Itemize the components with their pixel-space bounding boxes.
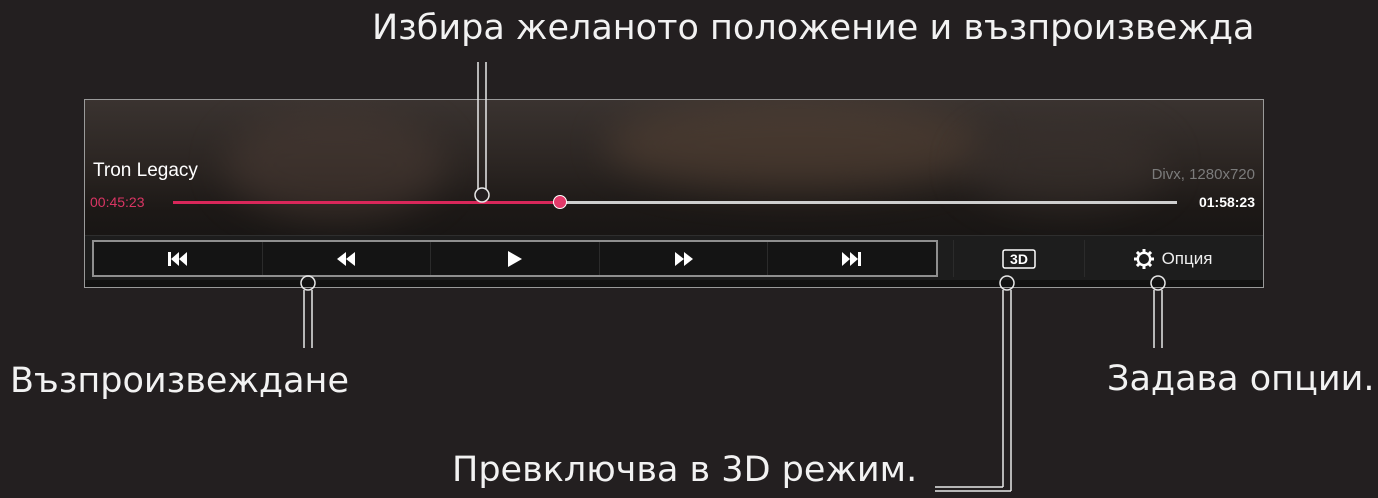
rewind-icon	[337, 251, 356, 266]
options-callout: Задава опции.	[1107, 359, 1375, 399]
3d-icon: 3D	[1002, 248, 1036, 269]
fast-forward-button[interactable]	[600, 242, 769, 275]
rewind-button[interactable]	[263, 242, 432, 275]
current-time: 00:45:23	[90, 194, 145, 210]
total-time: 01:58:23	[1198, 194, 1255, 210]
skip-previous-button[interactable]	[94, 242, 263, 275]
play-button[interactable]	[431, 242, 600, 275]
gear-icon	[1133, 248, 1154, 269]
control-bar: 3D Опция	[85, 235, 1263, 280]
media-title: Tron Legacy	[93, 160, 198, 181]
skip-previous-icon	[167, 251, 187, 266]
seek-handle[interactable]	[552, 195, 567, 209]
mode3d-callout: Превключва в 3D режим.	[452, 450, 918, 490]
video-player: Tron Legacy Divx, 1280x720 00:45:23 01:5…	[84, 99, 1264, 288]
seek-callout: Избира желаното положение и възпроизвежд…	[372, 8, 1255, 48]
playback-controls	[92, 240, 938, 277]
media-format: Divx, 1280x720	[1151, 166, 1255, 183]
mode-3d-label: 3D	[1010, 251, 1028, 267]
skip-next-button[interactable]	[768, 242, 936, 275]
skip-next-icon	[842, 251, 862, 266]
seek-progress	[173, 201, 560, 204]
options-button[interactable]: Опция	[1085, 240, 1261, 277]
playback-callout: Възпроизвеждане	[10, 361, 349, 401]
options-label: Опция	[1161, 248, 1213, 268]
play-icon	[507, 250, 522, 267]
fast-forward-icon	[674, 251, 693, 266]
seek-bar[interactable]	[173, 195, 1177, 209]
mode-3d-button[interactable]: 3D	[953, 240, 1085, 277]
